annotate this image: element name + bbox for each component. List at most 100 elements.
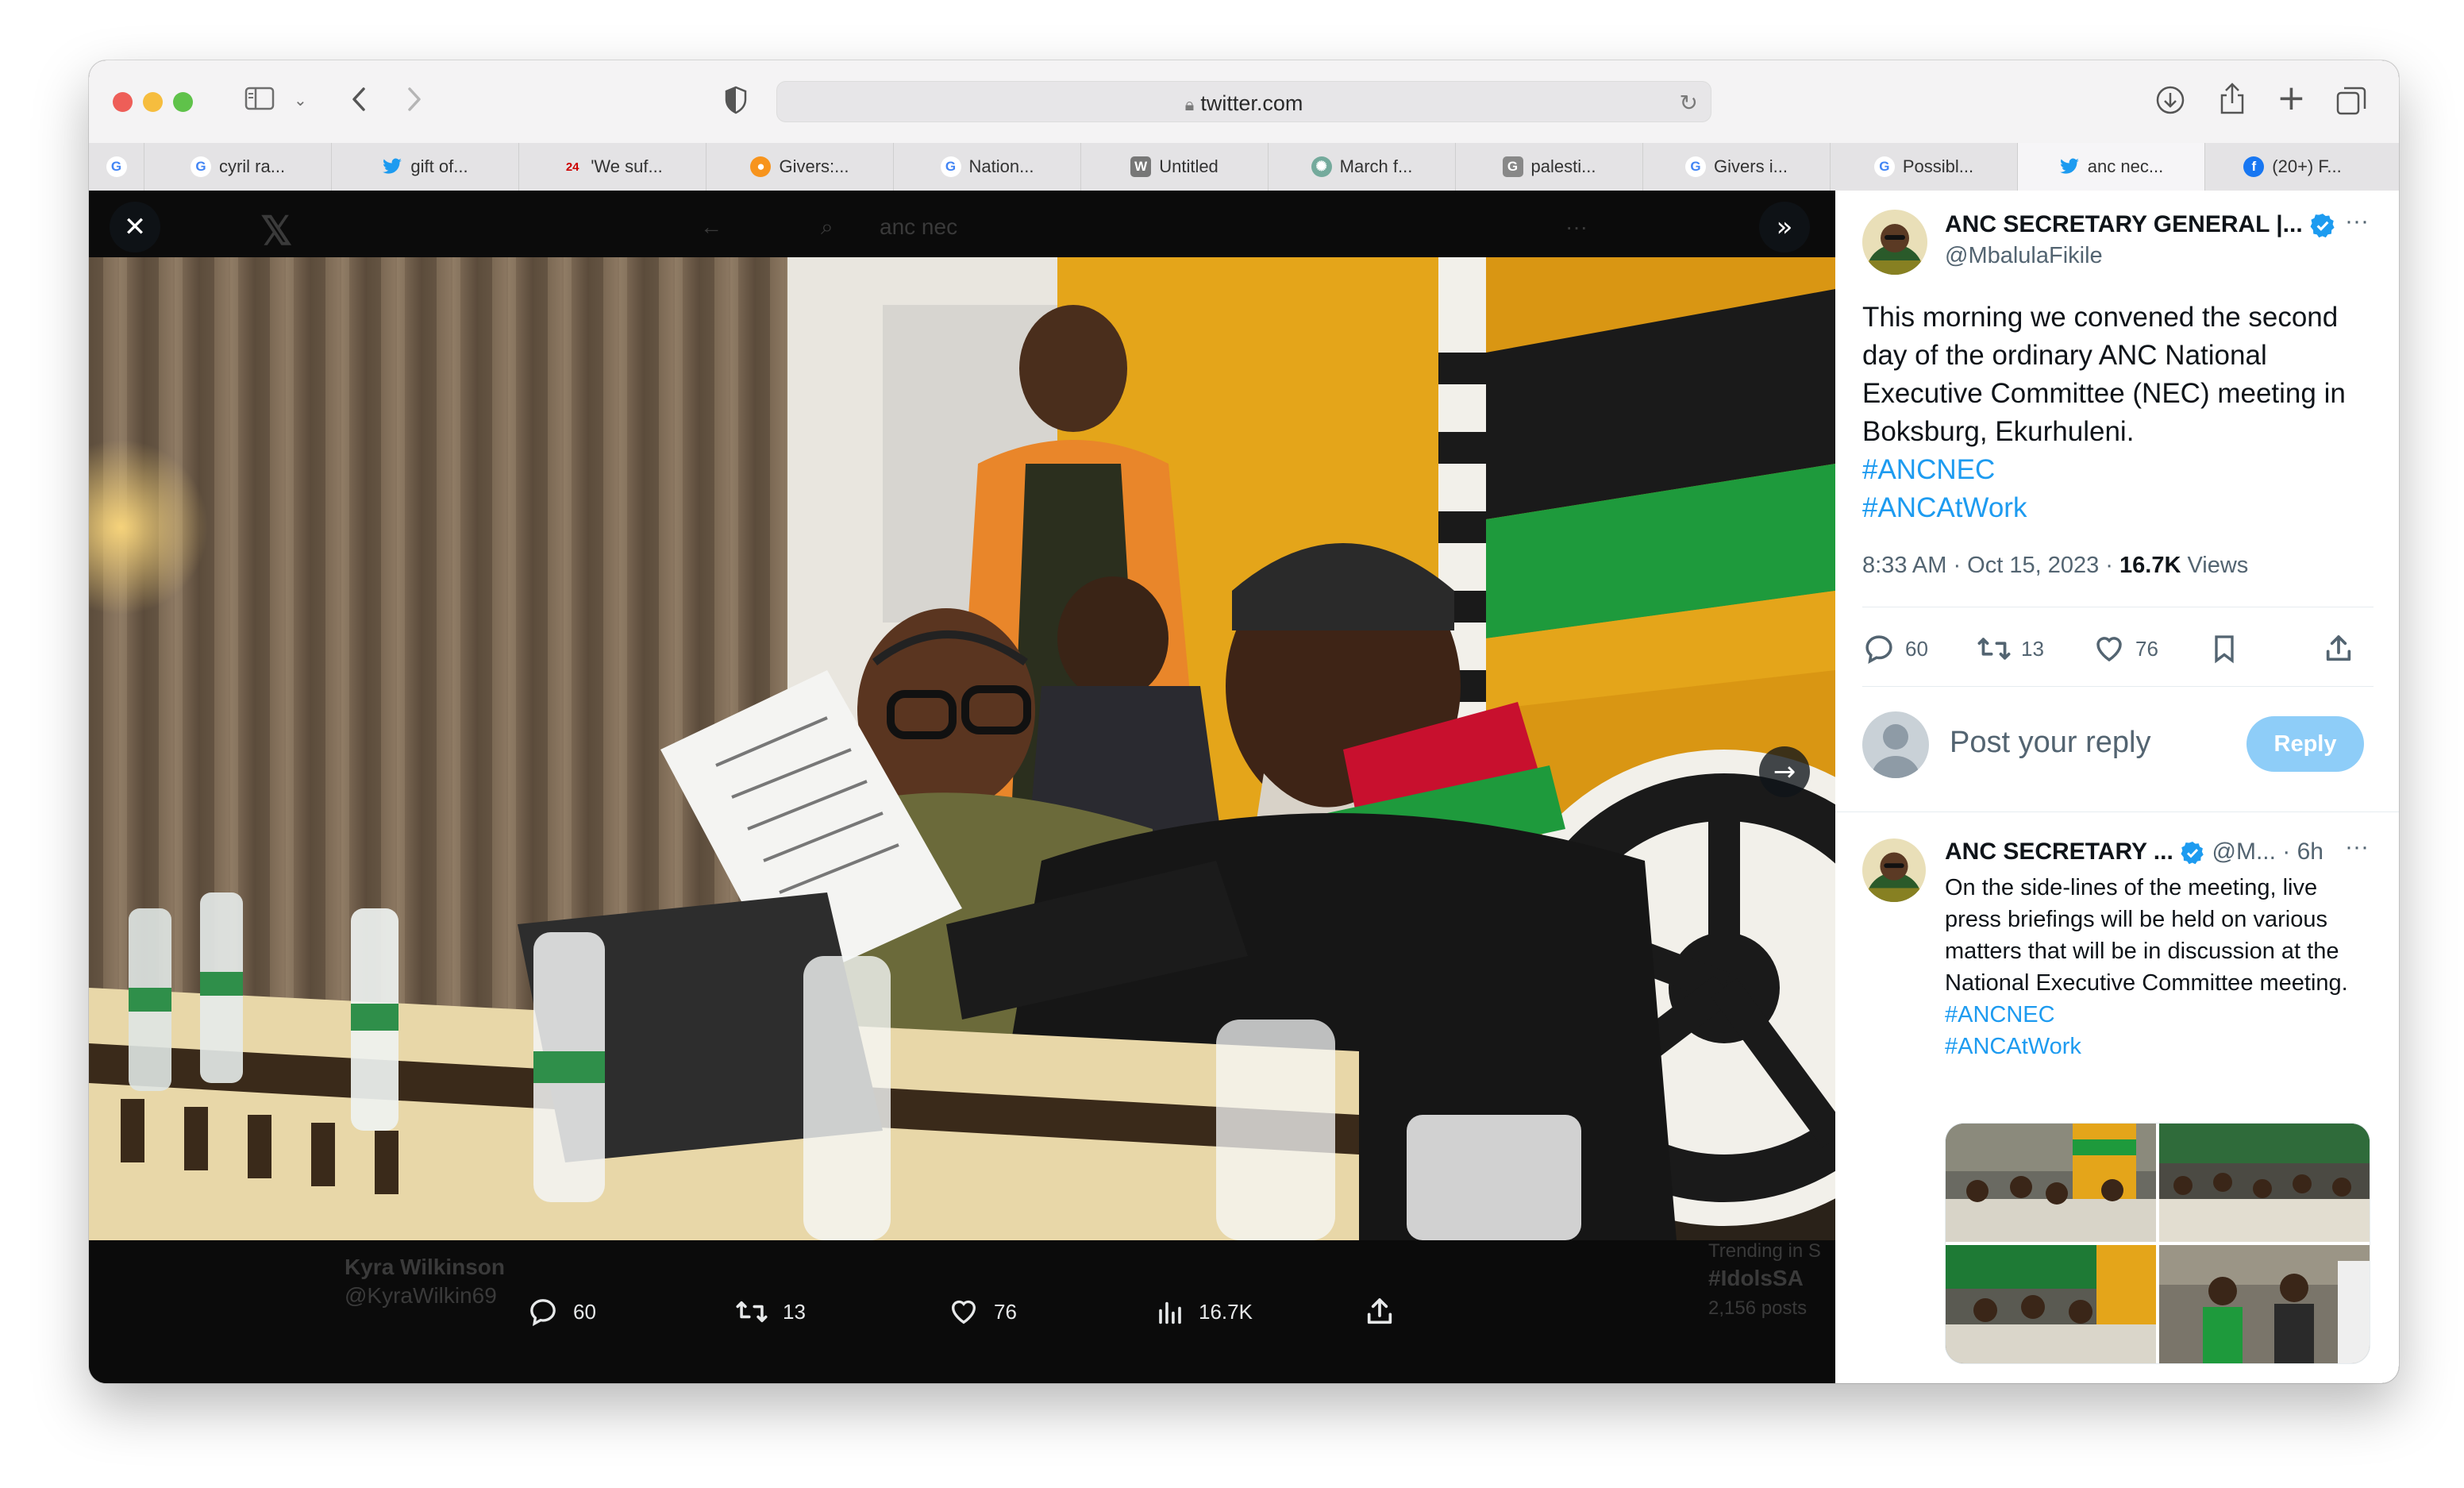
reply-author-avatar[interactable] <box>1862 838 1926 902</box>
expand-panel-icon[interactable]: » <box>1759 202 1810 252</box>
ghost-trending-count: 2,156 posts <box>1708 1297 1808 1319</box>
tweet-views-count: 16.7K <box>2119 553 2181 578</box>
author-handle[interactable]: @MbalulaFikile <box>1945 243 2103 269</box>
current-user-avatar[interactable] <box>1862 711 1929 778</box>
reply-author-handle[interactable]: @M... <box>2212 838 2276 865</box>
reply-tweet-header: ANC SECRETARY ... @M... · 6h <box>1945 838 2374 865</box>
bookmark-button[interactable] <box>2208 632 2240 665</box>
media-share-button[interactable] <box>1364 1296 1410 1328</box>
reply-tweet-age[interactable]: · 6h <box>2282 838 2323 865</box>
twitter-bird-icon <box>382 156 402 177</box>
tab-label: anc nec... <box>2087 156 2164 176</box>
google-icon: G <box>190 156 211 177</box>
reload-icon[interactable]: ↻ <box>1680 90 1698 116</box>
tab-label: gift of... <box>410 156 468 176</box>
sidebar-toggle-icon[interactable] <box>244 86 275 114</box>
author-avatar[interactable] <box>1862 210 1927 275</box>
media-like-count: 76 <box>994 1299 1017 1324</box>
reply-icon <box>530 1299 556 1327</box>
chatgpt-icon: ✺ <box>1311 156 1332 177</box>
tab-facebook[interactable]: f (20+) F... <box>2205 143 2380 191</box>
media-thumbnail[interactable] <box>1946 1245 2156 1363</box>
ghost-trending-label: Trending in S <box>1708 1240 1821 1262</box>
media-views-button[interactable]: 16.7K <box>1156 1296 1253 1328</box>
close-media-icon[interactable]: ✕ <box>110 202 160 252</box>
like-button[interactable]: 76 <box>2092 632 2158 665</box>
twitter-bird-icon <box>2059 156 2080 177</box>
google-docs-icon: G <box>1502 156 1523 177</box>
ghost-trending-tag: #IdolsSA <box>1708 1266 1804 1290</box>
tab-google-givers[interactable]: G Givers i... <box>1643 143 1831 191</box>
ghost-search-icon: ⌕ <box>821 214 834 239</box>
google-icon: G <box>940 156 961 177</box>
tab-google[interactable]: G <box>89 143 144 191</box>
givers-icon: ● <box>750 156 772 177</box>
hashtag-ancatwork[interactable]: #ANCAtWork <box>1862 489 2370 527</box>
reply-hashtag-ancnec[interactable]: #ANCNEC <box>1945 999 2374 1031</box>
reply-media-grid[interactable] <box>1945 1123 2370 1364</box>
reply-more-options-icon[interactable]: ··· <box>2345 834 2369 861</box>
tab-label: cyril ra... <box>218 156 286 176</box>
more-options-icon[interactable]: ··· <box>2345 208 2369 235</box>
tab-untitled[interactable]: W Untitled <box>1081 143 1269 191</box>
tab-overview-icon[interactable] <box>2335 86 2367 119</box>
tab-twitter-active[interactable]: anc nec... <box>2018 143 2205 191</box>
chevron-down-icon[interactable]: ⌄ <box>294 91 307 110</box>
reply-button[interactable]: 60 <box>1862 632 1928 665</box>
reply-input[interactable]: Post your reply <box>1950 726 2150 760</box>
media-thumbnail[interactable] <box>2159 1245 2370 1363</box>
tab-label: palesti... <box>1530 156 1596 176</box>
media-reply-button[interactable]: 60 <box>527 1296 596 1328</box>
tweet-timestamp[interactable]: 8:33 AM · Oct 15, 2023 · <box>1862 553 2119 578</box>
tab-news24[interactable]: 24 'We suf... <box>519 143 706 191</box>
tab-google-nation[interactable]: G Nation... <box>894 143 1081 191</box>
heart-icon <box>2096 637 2122 662</box>
repost-icon <box>736 1301 768 1323</box>
analytics-icon <box>1159 1301 1181 1324</box>
share-icon[interactable] <box>2218 81 2246 119</box>
media-repost-button[interactable]: 13 <box>735 1296 806 1328</box>
like-count: 76 <box>2135 636 2158 661</box>
tab-givers[interactable]: ● Givers:... <box>706 143 894 191</box>
repost-button[interactable]: 13 <box>1977 632 2044 665</box>
minimize-window-button[interactable] <box>143 92 163 112</box>
reply-tweet-body: On the side-lines of the meeting, live p… <box>1945 872 2374 1062</box>
tab-label: Givers i... <box>1714 156 1788 176</box>
tab-chatgpt[interactable]: ✺ March f... <box>1269 143 1456 191</box>
media-like-button[interactable]: 76 <box>948 1296 1017 1328</box>
meeting-photo[interactable] <box>89 257 1835 1240</box>
tab-google-search[interactable]: Gcyril ra... <box>144 143 332 191</box>
reply-hashtag-ancatwork[interactable]: #ANCAtWork <box>1945 1031 2374 1062</box>
media-reply-count: 60 <box>573 1299 596 1324</box>
forward-arrow-icon[interactable] <box>402 81 425 121</box>
share-upload-icon <box>2326 635 2351 661</box>
author-name[interactable]: ANC SECRETARY GENERAL |... <box>1945 211 2303 237</box>
share-button[interactable] <box>2323 632 2354 665</box>
tab-twitter[interactable]: gift of... <box>332 143 519 191</box>
privacy-shield-icon[interactable] <box>724 86 748 118</box>
ghost-reply-author: Kyra Wilkinson <box>345 1255 506 1279</box>
tab-label: March f... <box>1339 156 1413 176</box>
tweet-meta: 8:33 AM · Oct 15, 2023 · 16.7K Views <box>1862 553 2248 579</box>
downloads-icon[interactable] <box>2154 84 2186 119</box>
wikipedia-icon: W <box>1130 156 1152 177</box>
ghost-back-arrow-icon: ← <box>700 214 722 239</box>
new-tab-icon[interactable]: + <box>2277 78 2306 118</box>
address-bar[interactable]: 🔒︎ twitter.com ↻ <box>776 81 1711 122</box>
reply-submit-button[interactable]: Reply <box>2246 716 2364 772</box>
reply-author-name[interactable]: ANC SECRETARY ... <box>1945 838 2173 865</box>
tab-label: (20+) F... <box>2272 156 2342 176</box>
tab-palestine[interactable]: Gpalesti... <box>1456 143 1643 191</box>
tab-google-possible[interactable]: G Possibl... <box>1831 143 2018 191</box>
zoom-window-button[interactable] <box>173 92 193 112</box>
media-thumbnail[interactable] <box>2159 1124 2370 1242</box>
tab-label: Untitled <box>1159 156 1219 176</box>
lock-icon: 🔒︎ <box>1184 94 1195 114</box>
media-viewer: 𝕏 ← ⌕ anc nec ··· ✕ » → Kyra Wilkinson @… <box>89 191 1835 1383</box>
media-thumbnail[interactable] <box>1946 1124 2156 1242</box>
close-window-button[interactable] <box>113 92 133 112</box>
next-media-arrow-icon[interactable]: → <box>1759 746 1810 797</box>
tab-label: Givers:... <box>779 156 849 176</box>
hashtag-ancnec[interactable]: #ANCNEC <box>1862 451 2370 489</box>
back-arrow-icon[interactable] <box>348 81 372 121</box>
